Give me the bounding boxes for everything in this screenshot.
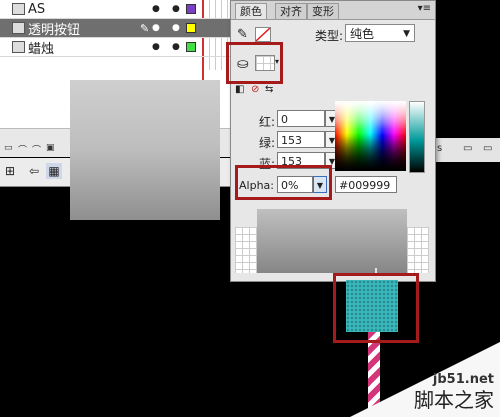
transparency-grid xyxy=(235,227,257,273)
panel-menu-icon[interactable]: ▾≡ xyxy=(418,3,431,14)
red-input[interactable]: 0 xyxy=(277,110,325,127)
default-colors-icon[interactable]: ◧ xyxy=(235,84,244,95)
layer-color-swatch[interactable] xyxy=(186,23,196,33)
grid-icon[interactable]: ⊞ xyxy=(2,163,18,179)
lock-dot-icon[interactable]: ● xyxy=(172,23,180,33)
tab-transform[interactable]: 变形 xyxy=(307,3,339,19)
fill-type-value: 纯色 xyxy=(350,27,375,41)
no-color-icon[interactable]: ⊘ xyxy=(251,84,259,95)
panel-tabs: 颜色 对齐 变形 ▾≡ xyxy=(231,1,435,20)
layer-name: AS xyxy=(28,1,46,17)
layer-name: 透明按钮 xyxy=(28,22,81,38)
layer-name: 蜡烛 xyxy=(28,41,55,57)
stroke-none-swatch[interactable] xyxy=(255,27,271,42)
fill-type-select[interactable]: 纯色 ▼ xyxy=(345,24,415,42)
brightness-slider[interactable] xyxy=(409,101,425,173)
pencil-icon: ✎ xyxy=(140,21,150,35)
spectrum-crosshair-icon[interactable]: + xyxy=(367,98,375,109)
back-arrow-icon[interactable]: ⇦ xyxy=(26,163,42,179)
watermark: jb51.net 脚本之家 xyxy=(350,342,500,417)
green-label: 绿: xyxy=(259,136,276,150)
layer-icon xyxy=(12,3,25,15)
scene-icon[interactable]: ▦ xyxy=(46,163,62,179)
delete-layer-icon[interactable]: ▣ xyxy=(46,143,55,153)
lock-dot-icon[interactable]: ● xyxy=(172,4,180,14)
swap-colors-icon[interactable]: ⇆ xyxy=(265,84,273,95)
guide-layer-icon[interactable]: ⌒ xyxy=(32,143,41,156)
visibility-dot-icon[interactable]: ● xyxy=(152,23,160,33)
strip-icon[interactable]: ▭ xyxy=(483,143,492,154)
new-layer-icon[interactable]: ▭ xyxy=(4,143,13,153)
strip-label: s xyxy=(437,143,443,154)
stroke-color-icon[interactable]: ✎ xyxy=(237,27,248,42)
layer-row-as[interactable]: AS ● ● xyxy=(0,0,232,19)
layer-color-swatch[interactable] xyxy=(186,42,196,52)
hex-input[interactable]: #009999 xyxy=(335,176,397,193)
red-label: 红: xyxy=(259,115,276,129)
add-folder-icon[interactable]: ⌒ xyxy=(18,143,27,156)
highlight-fill-color xyxy=(226,42,283,84)
highlight-alpha xyxy=(235,165,332,200)
visibility-dot-icon[interactable]: ● xyxy=(152,42,160,52)
chevron-down-icon: ▼ xyxy=(403,29,410,39)
layer-icon xyxy=(12,41,25,53)
type-label: 类型: xyxy=(315,29,344,43)
visibility-dot-icon[interactable]: ● xyxy=(152,4,160,14)
lock-dot-icon[interactable]: ● xyxy=(172,42,180,52)
tab-color[interactable]: 颜色 xyxy=(235,3,267,19)
color-spectrum[interactable] xyxy=(335,101,406,171)
watermark-name: 脚本之家 xyxy=(414,388,494,412)
highlight-candle-flame xyxy=(333,273,419,343)
right-toolbar-strip: s ▭ ▭ xyxy=(432,138,500,162)
gray-gradient-square[interactable] xyxy=(70,80,220,220)
layer-row-candle[interactable]: 蜡烛 ● ● xyxy=(0,38,232,57)
transparency-grid xyxy=(407,227,429,273)
layer-color-swatch[interactable] xyxy=(186,4,196,14)
color-preview-swatch xyxy=(257,209,407,273)
green-input[interactable]: 153 xyxy=(277,131,325,148)
layer-icon xyxy=(12,22,25,34)
strip-icon[interactable]: ▭ xyxy=(463,143,472,154)
tab-align[interactable]: 对齐 xyxy=(275,3,307,19)
layer-row-transparent-button[interactable]: 透明按钮 ✎ ● ● xyxy=(0,19,232,38)
